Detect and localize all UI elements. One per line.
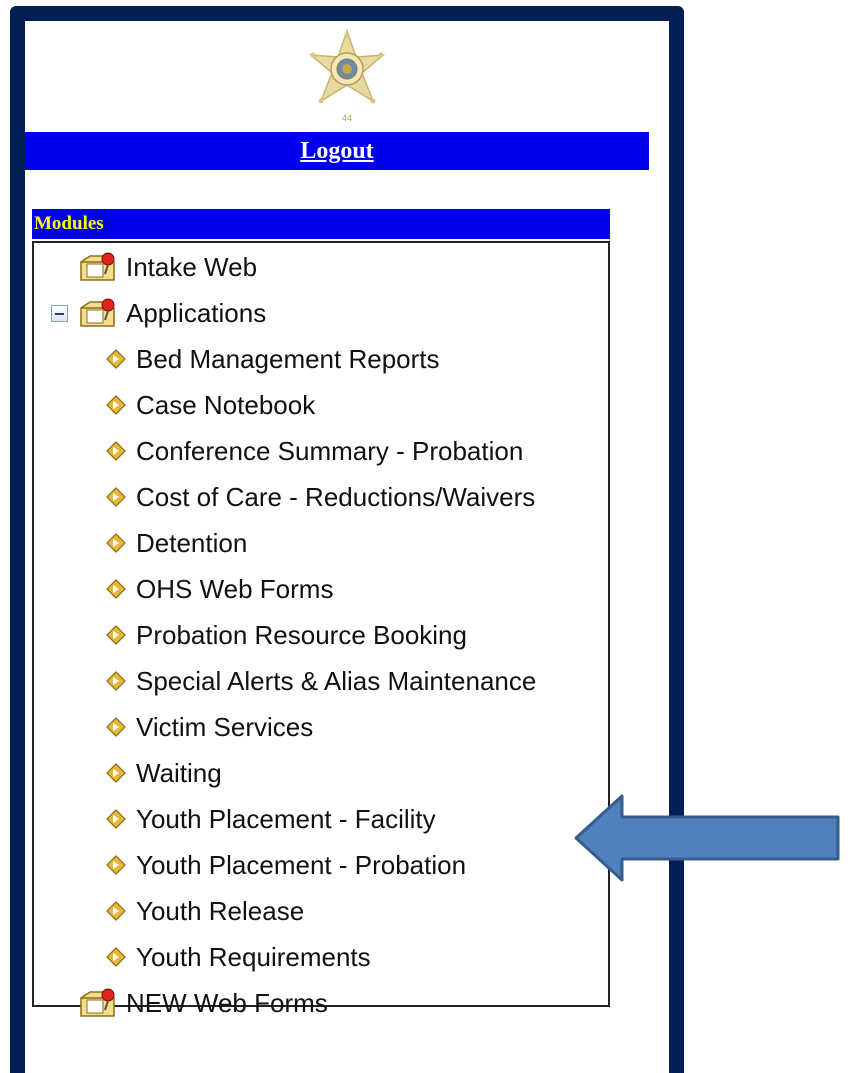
diamond-arrow-icon xyxy=(106,671,126,691)
application-item-label: Conference Summary - Probation xyxy=(136,435,524,466)
application-item-label: Cost of Care - Reductions/Waivers xyxy=(136,481,536,512)
application-item-label: Detention xyxy=(136,527,248,558)
application-item-probation-resource-booking[interactable]: Probation Resource Booking xyxy=(106,615,467,655)
application-item-bed-management-reports[interactable]: Bed Management Reports xyxy=(106,339,440,379)
module-item-intake-web[interactable]: Intake Web xyxy=(78,247,257,287)
module-folder-icon xyxy=(80,988,115,1017)
navigation-frame: 44 Logout Modules Intake Web Application… xyxy=(10,6,684,1073)
svg-text:44: 44 xyxy=(342,113,352,123)
diamond-arrow-icon xyxy=(106,625,126,645)
application-item-detention[interactable]: Detention xyxy=(106,523,247,563)
application-item-label: Waiting xyxy=(136,757,222,788)
module-item-applications[interactable]: Applications xyxy=(78,293,266,333)
diamond-arrow-icon xyxy=(106,441,126,461)
screenshot-page: 44 Logout Modules Intake Web Application… xyxy=(0,0,856,1073)
pointer-arrow-icon xyxy=(574,794,840,882)
application-item-conference-summary-probation[interactable]: Conference Summary - Probation xyxy=(106,431,523,471)
module-folder-icon xyxy=(80,252,115,281)
modules-title: Modules xyxy=(32,209,610,239)
sheriff-star-badge-icon: 44 xyxy=(309,29,385,123)
application-item-youth-release[interactable]: Youth Release xyxy=(106,891,304,931)
application-item-label: Bed Management Reports xyxy=(136,343,440,374)
module-item-label: NEW Web Forms xyxy=(126,987,328,1018)
application-item-label: OHS Web Forms xyxy=(136,573,334,604)
logout-link[interactable]: Logout xyxy=(300,138,373,165)
diamond-arrow-icon xyxy=(106,395,126,415)
application-item-ohs-web-forms[interactable]: OHS Web Forms xyxy=(106,569,333,609)
module-item-new-web-forms[interactable]: NEW Web Forms xyxy=(78,983,328,1023)
modules-tree: Intake Web Applications Bed Management R… xyxy=(32,241,610,1018)
application-item-cost-of-care[interactable]: Cost of Care - Reductions/Waivers xyxy=(106,477,535,517)
diamond-arrow-icon xyxy=(106,533,126,553)
diamond-arrow-icon xyxy=(106,717,126,737)
application-item-waiting[interactable]: Waiting xyxy=(106,753,222,793)
diamond-arrow-icon xyxy=(106,901,126,921)
application-item-label: Youth Release xyxy=(136,895,305,926)
diamond-arrow-icon xyxy=(106,855,126,875)
module-item-label: Applications xyxy=(126,297,267,328)
diamond-arrow-icon xyxy=(106,349,126,369)
application-item-youth-placement-facility[interactable]: Youth Placement - Facility xyxy=(106,799,436,839)
application-item-youth-requirements[interactable]: Youth Requirements xyxy=(106,937,371,977)
application-item-youth-placement-probation[interactable]: Youth Placement - Probation xyxy=(106,845,466,885)
application-item-victim-services[interactable]: Victim Services xyxy=(106,707,313,747)
application-item-label: Special Alerts & Alias Maintenance xyxy=(136,665,537,696)
application-item-label: Youth Placement - Probation xyxy=(136,849,467,880)
diamond-arrow-icon xyxy=(106,579,126,599)
module-folder-icon xyxy=(80,298,115,327)
application-item-label: Youth Requirements xyxy=(136,941,371,972)
application-item-case-notebook[interactable]: Case Notebook xyxy=(106,385,315,425)
collapse-toggle-icon[interactable] xyxy=(51,305,68,322)
module-item-label: Intake Web xyxy=(126,251,258,282)
application-item-label: Probation Resource Booking xyxy=(136,619,467,650)
diamond-arrow-icon xyxy=(106,809,126,829)
diamond-arrow-icon xyxy=(106,763,126,783)
application-item-label: Youth Placement - Facility xyxy=(136,803,436,834)
logout-bar: Logout xyxy=(25,132,649,170)
diamond-arrow-icon xyxy=(106,947,126,967)
application-item-special-alerts[interactable]: Special Alerts & Alias Maintenance xyxy=(106,661,536,701)
application-item-label: Victim Services xyxy=(136,711,314,742)
diamond-arrow-icon xyxy=(106,487,126,507)
application-item-label: Case Notebook xyxy=(136,389,316,420)
